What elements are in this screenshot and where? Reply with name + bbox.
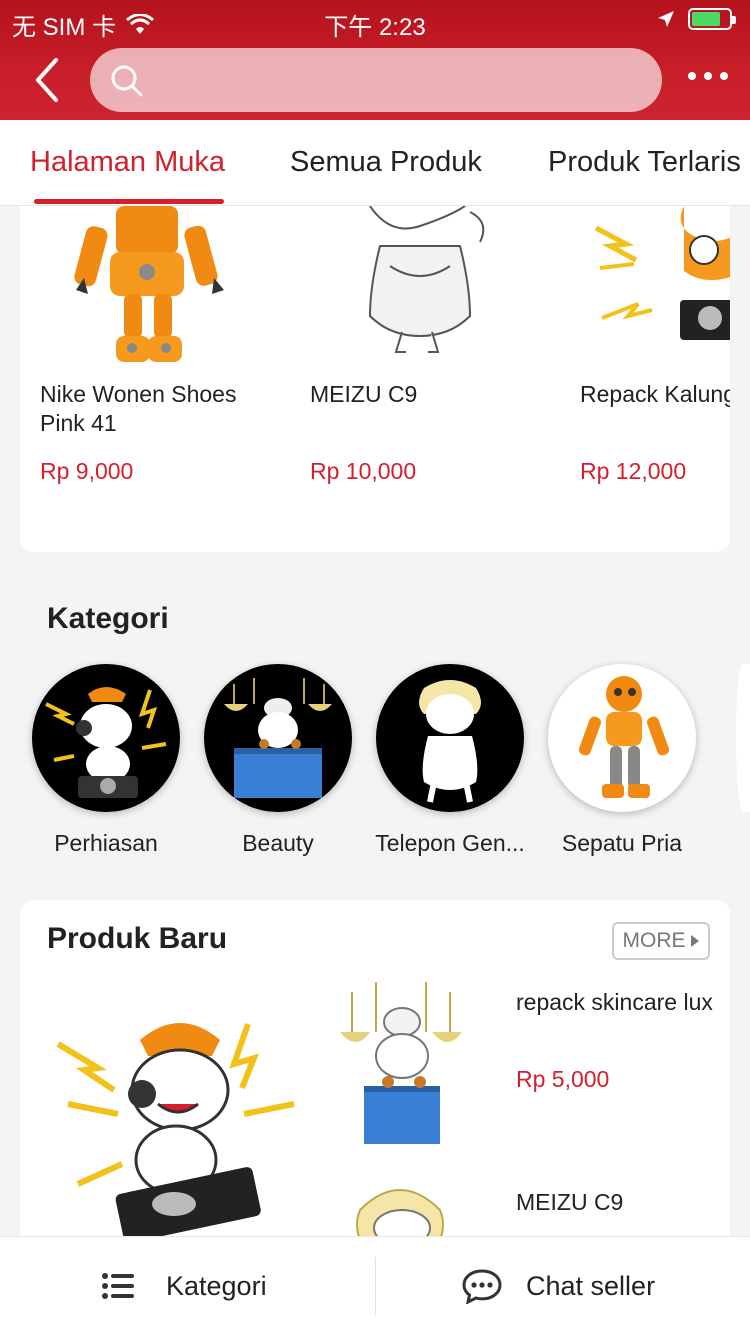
product-price: Rp 9,000	[40, 458, 134, 484]
chat-seller-label: Chat seller	[526, 1270, 656, 1301]
product-card[interactable]: MEIZU C9 Rp 10,000	[290, 206, 540, 484]
chandelier-unicorn-icon	[224, 678, 332, 798]
location-icon	[658, 11, 674, 27]
bottom-action-bar: Kategori Chat seller	[0, 1236, 750, 1334]
category-item-sepatu-pria[interactable]	[548, 664, 696, 812]
status-time: 下午 2:23	[324, 14, 426, 41]
category-label: Beauty	[242, 830, 314, 856]
produk-baru-title: Produk Baru	[47, 922, 228, 955]
category-label: Perhiasan	[54, 830, 158, 856]
kategori-title: Kategori	[47, 602, 169, 635]
app-header: 无 SIM 卡 下午 2:23	[0, 0, 750, 120]
category-label: Sepatu Pria	[561, 830, 683, 856]
dj-unicorn-image	[560, 206, 730, 366]
tab-halaman-muka[interactable]: Halaman Muka	[30, 146, 225, 179]
product-card[interactable]: Repack Kalung Rp 12,000	[560, 206, 730, 484]
chat-seller-button[interactable]: Chat seller	[462, 1237, 655, 1334]
category-item-perhiasan[interactable]	[32, 664, 180, 812]
featured-dj-unicorn-image[interactable]	[48, 1004, 308, 1240]
marilyn-unicorn-image	[290, 206, 540, 366]
tab-bar: Halaman Muka Semua Produk Produk Terlari…	[0, 120, 750, 206]
product-name: MEIZU C9	[310, 381, 418, 407]
top-products-card: Nike Wonen Shoes Pink 41 Rp 9,000 MEIZU …	[20, 206, 730, 552]
category-item-beauty[interactable]	[204, 664, 352, 812]
more-options-icon[interactable]	[688, 72, 728, 80]
produk-baru-card: Produk Baru MORE repack skincare lux Rp …	[20, 900, 730, 1260]
orange-robot-icon	[578, 676, 670, 798]
active-tab-indicator	[34, 199, 224, 204]
search-input[interactable]	[158, 60, 638, 100]
new-product-price: Rp 5,000	[516, 1066, 610, 1092]
product-price: Rp 10,000	[310, 458, 417, 484]
chat-bubble-icon	[462, 1269, 502, 1304]
divider	[375, 1257, 376, 1315]
back-icon[interactable]	[28, 56, 68, 104]
orange-robot-image	[20, 206, 270, 366]
category-item-telepon[interactable]	[376, 664, 524, 812]
product-name: Repack Kalung	[580, 381, 730, 407]
tab-produk-terlaris[interactable]: Produk Terlaris	[548, 146, 741, 179]
more-label: MORE	[622, 929, 686, 952]
chandelier-unicorn-image[interactable]	[336, 982, 466, 1152]
product-card[interactable]: Nike Wonen Shoes Pink 41 Rp 9,000	[20, 206, 270, 484]
dj-unicorn-icon	[45, 687, 167, 798]
chevron-right-icon	[690, 935, 699, 947]
status-bar: 无 SIM 卡 下午 2:23	[0, 0, 750, 41]
nav-bar	[0, 44, 750, 116]
marilyn-unicorn-image[interactable]	[346, 1180, 456, 1240]
battery-icon	[688, 8, 736, 30]
kategori-button[interactable]: Kategori	[102, 1237, 267, 1334]
marilyn-unicorn-icon	[419, 680, 481, 803]
category-label: Telepon Gen...	[375, 830, 525, 856]
more-button[interactable]: MORE	[612, 922, 710, 960]
product-price: Rp 12,000	[580, 458, 687, 484]
search-bar[interactable]	[90, 48, 662, 112]
new-product-name[interactable]: MEIZU C9	[516, 1188, 716, 1217]
tab-semua-produk[interactable]: Semua Produk	[290, 146, 482, 179]
category-item-partial[interactable]	[736, 664, 750, 812]
list-icon	[102, 1273, 134, 1299]
kategori-button-label: Kategori	[166, 1270, 267, 1301]
product-name: Nike Wonen Shoes Pink 41	[40, 381, 237, 436]
search-icon	[111, 65, 143, 97]
new-product-name[interactable]: repack skincare lux	[516, 988, 716, 1017]
